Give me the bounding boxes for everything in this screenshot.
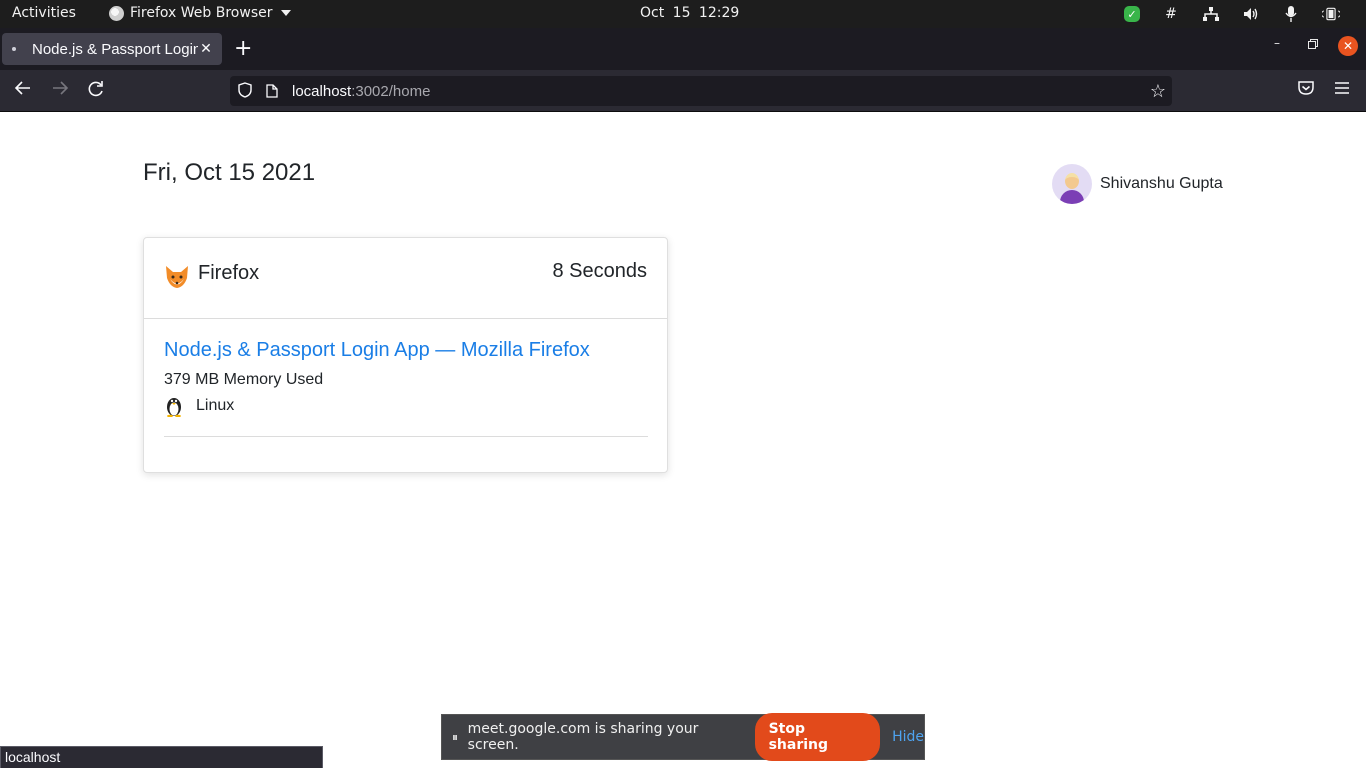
user-name: Shivanshu Gupta [1100,175,1223,192]
operating-system: Linux [164,395,648,417]
app-menu[interactable]: Firefox Web Browser [109,5,291,21]
card-body: Node.js & Passport Login App — Mozilla F… [164,339,648,417]
app-menu-label: Firefox Web Browser [130,5,273,21]
check-shield-icon[interactable]: ✓ [1124,6,1140,22]
back-button[interactable] [14,80,32,101]
avatar[interactable] [1052,164,1092,204]
chevron-down-icon [280,10,291,16]
activities-button[interactable]: Activities [12,5,76,21]
screen-sharing-bar: ⏸ meet.google.com is sharing your screen… [441,713,925,761]
browser-activity-card: Firefox 8 Seconds Node.js & Passport Log… [143,237,668,473]
link-status-bar: localhost [0,746,323,768]
address-bar[interactable]: localhost:3002/home ☆ [230,76,1172,106]
system-top-bar: Activities Firefox Web Browser Oct 15 12… [0,0,1366,28]
network-icon[interactable] [1202,5,1220,23]
stop-sharing-button[interactable]: Stop sharing [754,713,881,761]
pause-icon: ⏸ [452,729,459,744]
tracking-protection-icon[interactable] [238,81,254,101]
window-title-link[interactable]: Node.js & Passport Login App — Mozilla F… [164,339,648,362]
operating-system-label: Linux [196,397,235,414]
fox-emoji-icon [166,266,188,288]
url-host: localhost [292,82,352,100]
hamburger-menu-icon[interactable] [1334,80,1350,99]
card-divider [164,436,648,437]
clock[interactable]: Oct 15 12:29 [640,5,739,21]
slack-icon[interactable]: # [1162,5,1180,23]
hide-sharing-bar-button[interactable]: Hide [892,729,924,745]
active-duration: 8 Seconds [552,260,647,282]
tab-favicon-icon [12,47,16,51]
bookmark-star-icon[interactable]: ☆ [1150,81,1166,102]
page-content: Fri, Oct 15 2021 Shivanshu Gupta Firefox… [0,112,1366,768]
tab-strip: Node.js & Passport Login ✕ + – ✕ [0,28,1366,70]
close-window-button[interactable]: ✕ [1338,36,1358,56]
penguin-icon [167,398,181,417]
minimize-window-button[interactable]: – [1274,36,1280,50]
new-tab-button[interactable]: + [234,38,252,60]
card-header: Firefox 8 Seconds [144,238,667,319]
maximize-window-button[interactable] [1308,38,1318,52]
navigation-toolbar: localhost:3002/home ☆ [0,70,1366,112]
memory-usage: 379 MB Memory Used [164,371,324,388]
close-tab-icon[interactable]: ✕ [198,41,214,57]
forward-button[interactable] [51,80,69,101]
sharing-message: meet.google.com is sharing your screen. [467,721,699,753]
battery-icon[interactable] [1322,5,1340,23]
system-tray[interactable]: ✓ # [1124,5,1340,23]
page-info-icon[interactable] [266,84,280,98]
tab-title: Node.js & Passport Login [32,40,198,58]
url-path: :3002/home [351,82,431,100]
tab-active[interactable]: Node.js & Passport Login ✕ [2,33,222,65]
microphone-icon[interactable] [1282,5,1300,23]
pocket-icon[interactable] [1297,80,1315,100]
browser-name: Firefox [164,256,259,290]
browser-name-label: Firefox [198,261,260,284]
firefox-icon [109,5,124,21]
reload-button[interactable] [87,80,105,103]
user-profile[interactable]: Shivanshu Gupta [1052,164,1223,204]
volume-icon[interactable] [1242,5,1260,23]
page-date-heading: Fri, Oct 15 2021 [143,159,316,186]
